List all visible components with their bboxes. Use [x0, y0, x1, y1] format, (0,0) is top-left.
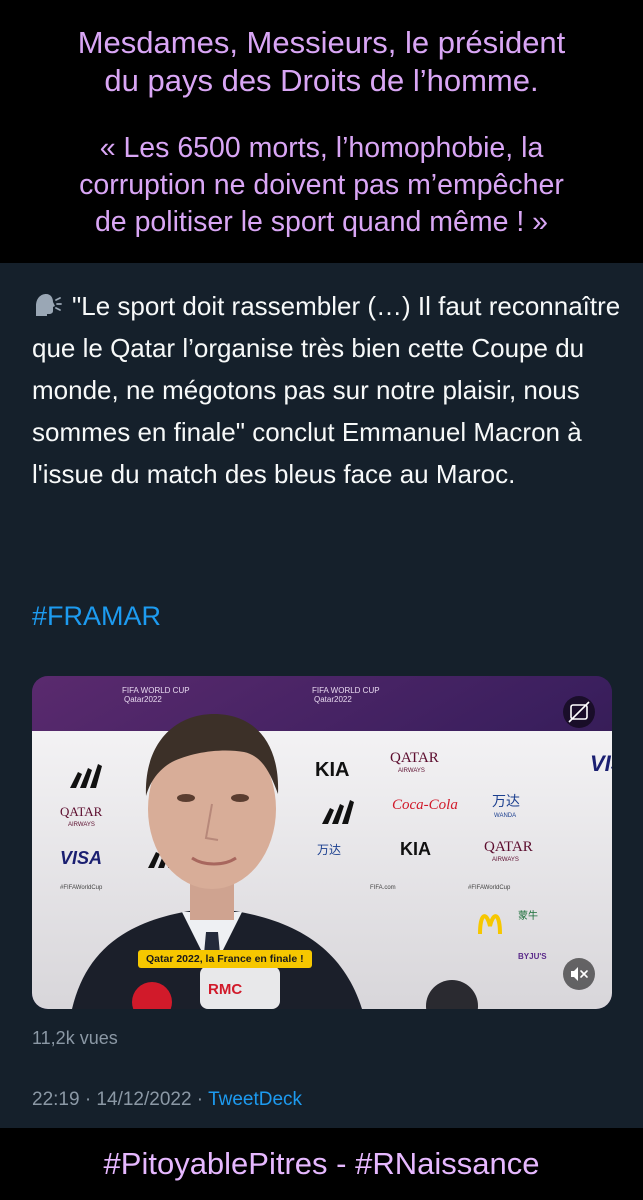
view-count: 11,2k vues: [32, 1028, 118, 1048]
tweet-card: "Le sport doit rassembler (…) Il faut re…: [0, 263, 643, 1128]
tweet-body: "Le sport doit rassembler (…) Il faut re…: [32, 291, 621, 489]
svg-text:RMC: RMC: [208, 981, 242, 998]
svg-text:AIRWAYS: AIRWAYS: [492, 857, 519, 863]
mute-button[interactable]: [563, 958, 595, 990]
banner-title-line: Mesdames, Messieurs, le président: [77, 25, 566, 60]
tweet-text: "Le sport doit rassembler (…) Il faut re…: [32, 285, 622, 495]
svg-text:VISA: VISA: [60, 848, 102, 868]
svg-text:FIFA WORLD CUP: FIFA WORLD CUP: [312, 686, 380, 695]
timestamp-text: 22:19 · 14/12/2022 ·: [32, 1089, 209, 1110]
svg-text:Qatar2022: Qatar2022: [124, 695, 162, 704]
svg-text:万达: 万达: [492, 793, 520, 809]
captions-button[interactable]: [563, 696, 595, 728]
banner-quote-line: « Les 6500 morts, l’homophobie, la: [99, 132, 544, 164]
bottom-banner: #PitoyablePitres - #RNaissance: [0, 1128, 643, 1200]
video-player[interactable]: FIFA WORLD CUP Qatar2022 FIFA WORLD CUP …: [32, 676, 612, 1009]
muted-speaker-icon: [571, 967, 588, 981]
svg-text:QATAR: QATAR: [60, 804, 103, 819]
svg-text:WANDA: WANDA: [494, 813, 516, 819]
svg-text:万达: 万达: [317, 843, 341, 857]
svg-text:FIFA WORLD CUP: FIFA WORLD CUP: [122, 686, 190, 695]
banner-quote: « Les 6500 morts, l’homophobie, la corru…: [0, 130, 643, 241]
svg-text:AIRWAYS: AIRWAYS: [398, 768, 425, 774]
svg-text:KIA: KIA: [400, 839, 431, 859]
svg-text:Coca-Cola: Coca-Cola: [392, 797, 458, 813]
svg-text:KIA: KIA: [315, 759, 349, 781]
svg-text:Qatar2022: Qatar2022: [314, 695, 352, 704]
svg-text:#FIFAWorldCup: #FIFAWorldCup: [60, 885, 103, 891]
top-banner: Mesdames, Messieurs, le président du pay…: [0, 0, 643, 263]
source-link[interactable]: TweetDeck: [208, 1089, 302, 1110]
svg-text:蒙牛: 蒙牛: [518, 909, 538, 922]
banner-quote-line: de politiser le sport quand même ! »: [94, 206, 549, 238]
tweet-timestamp: 22:19 · 14/12/2022 · TweetDeck: [32, 1089, 302, 1111]
svg-text:FIFA.com: FIFA.com: [370, 885, 396, 891]
video-caption: Qatar 2022, la France en finale !: [138, 950, 312, 968]
banner-title-line: du pays des Droits de l’homme.: [104, 63, 539, 98]
speaking-head-icon: [36, 294, 62, 316]
banner-title: Mesdames, Messieurs, le président du pay…: [0, 24, 643, 100]
svg-text:VISA: VISA: [590, 751, 612, 776]
svg-text:BYJU'S: BYJU'S: [518, 952, 547, 961]
svg-text:QATAR: QATAR: [390, 750, 439, 766]
svg-text:AIRWAYS: AIRWAYS: [68, 822, 95, 828]
closed-captions-icon: [568, 701, 590, 723]
hashtag-link[interactable]: #FRAMAR: [32, 601, 161, 632]
svg-text:QATAR: QATAR: [484, 839, 533, 855]
video-frame: FIFA WORLD CUP Qatar2022 FIFA WORLD CUP …: [32, 676, 612, 1009]
banner-quote-line: corruption ne doivent pas m’empêcher: [79, 169, 564, 201]
svg-text:#FIFAWorldCup: #FIFAWorldCup: [468, 885, 511, 891]
